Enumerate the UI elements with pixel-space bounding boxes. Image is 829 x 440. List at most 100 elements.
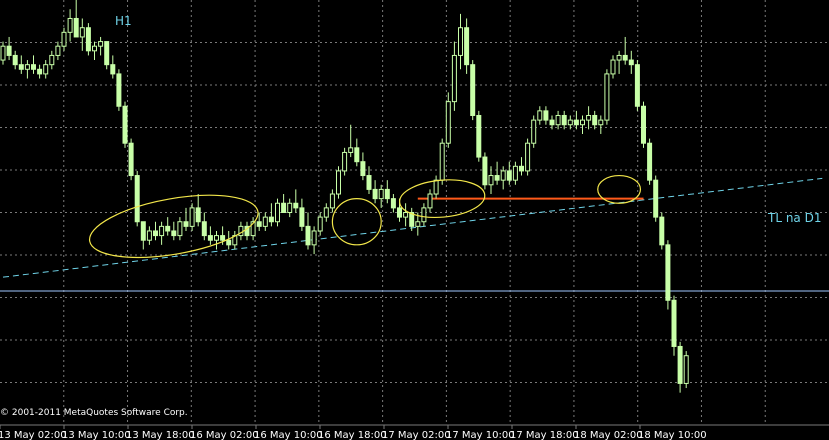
candle [665, 240, 671, 310]
candle [671, 295, 677, 356]
candle-body [653, 179, 659, 218]
candle-body [665, 244, 671, 301]
x-tick-label: 17 May 02:00 [382, 430, 451, 440]
candle-body [445, 101, 451, 144]
candle-body [659, 216, 665, 246]
chart-root: 13 May 02:00 13 May 10:00 13 May 18:00 16 M… [0, 0, 829, 440]
candle-body [299, 207, 305, 227]
candle [275, 198, 280, 227]
candle-body [543, 110, 549, 121]
candle-body [165, 225, 171, 232]
candle-body [18, 64, 24, 70]
candle [122, 101, 128, 148]
candlestick-chart[interactable]: 13 May 02:0013 May 10:0013 May 18:0016 M… [0, 0, 829, 440]
candle-body [403, 212, 409, 218]
candle-body [281, 202, 287, 213]
candle-body [293, 202, 299, 209]
candle-body [586, 114, 592, 121]
candle-body [525, 142, 531, 172]
candle-body [153, 230, 158, 237]
candle [634, 60, 640, 111]
candle-body [573, 119, 579, 126]
candle-body [464, 27, 470, 66]
candle-body [506, 170, 512, 181]
x-tick-label: 13 May 10:00 [62, 430, 131, 440]
candle-body [415, 221, 421, 227]
candle-body [67, 17, 73, 33]
candle-body [537, 110, 543, 121]
candle [116, 69, 122, 111]
candle-body [256, 221, 262, 227]
candle-body [329, 193, 335, 209]
candle-body [397, 207, 402, 218]
candle-body [43, 64, 49, 75]
candle [128, 138, 134, 181]
candle [85, 23, 91, 56]
candle-body [104, 41, 110, 66]
candle [134, 170, 140, 227]
candle-body [470, 64, 476, 116]
candle-body [140, 221, 146, 241]
candle [659, 212, 665, 250]
candle-body [128, 142, 134, 177]
candle-body [610, 59, 616, 75]
candle-body [494, 175, 500, 181]
candle-body [220, 235, 226, 241]
candle-body [549, 119, 555, 126]
candle [641, 101, 646, 148]
candle-body [31, 64, 36, 70]
candle-body [604, 73, 610, 121]
candle-body [482, 156, 488, 186]
candle [342, 147, 348, 176]
candle-body [439, 142, 445, 181]
candle-body [647, 142, 653, 181]
candle-body [598, 119, 604, 126]
candle-body [592, 114, 598, 126]
candle-body [85, 27, 91, 52]
candle-body [451, 54, 457, 103]
candle-body [226, 239, 232, 246]
candle-body [519, 165, 524, 172]
candle-body [146, 230, 152, 241]
x-tick-label: 16 May 02:00 [190, 430, 259, 440]
copyright-text: © 2001-2011 MetaQuotes Software Corp. [0, 408, 188, 418]
candle-body [183, 221, 189, 227]
candle-body [677, 345, 683, 384]
candle-body [378, 188, 384, 200]
x-tick-label: 16 May 10:00 [254, 430, 323, 440]
candle-body [79, 27, 85, 38]
candle [482, 152, 488, 190]
candle-body [110, 64, 116, 75]
candle-body [262, 216, 268, 227]
candle-body [275, 202, 280, 223]
candle-body [671, 299, 677, 347]
candle-body [555, 114, 561, 126]
candle-body [116, 73, 122, 107]
x-tick-label: 13 May 18:00 [126, 430, 195, 440]
candle [531, 115, 537, 148]
candle [653, 175, 659, 222]
candle-body [354, 147, 360, 163]
candle-body [323, 207, 329, 218]
candle-body [433, 179, 439, 195]
candle-body [488, 175, 494, 186]
candle-body [92, 45, 97, 52]
candle-body [336, 170, 341, 195]
candle-body [73, 17, 79, 38]
candle-body [122, 105, 128, 144]
candle-body [24, 64, 30, 70]
candle-body [372, 188, 378, 200]
x-tick-label: 16 May 18:00 [318, 430, 387, 440]
candle-body [207, 235, 213, 241]
candle-body [287, 202, 293, 213]
candle-body [427, 193, 433, 209]
candle-body [0, 45, 6, 61]
candle [104, 41, 110, 70]
candle-body [561, 114, 567, 126]
candle-body [49, 54, 55, 66]
candle-body [159, 225, 165, 237]
candle-body [366, 175, 372, 190]
candle-body [37, 68, 43, 75]
candle-body [683, 355, 689, 384]
chart-background [0, 0, 829, 440]
